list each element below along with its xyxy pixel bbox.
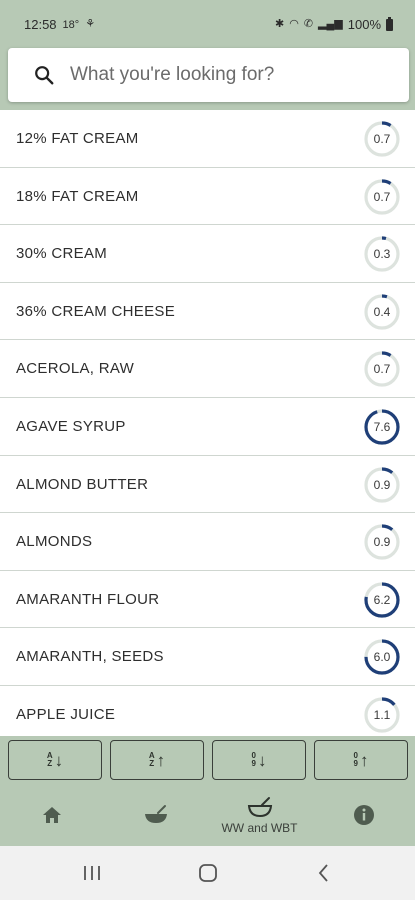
home-icon [42,807,61,823]
sort-button[interactable]: 0 9 ↑ [314,740,408,780]
food-row[interactable]: ALMONDS 0.9 [0,513,415,571]
nav-ww-wbt[interactable]: WW and WBT [208,784,311,846]
sort-arrow: ↓ [257,750,267,770]
food-list[interactable]: 12% FAT CREAM 0.7 18% FAT CREAM 0.7 30% CREA… [0,110,415,736]
score-value: 0.4 [373,304,391,319]
score-ring: 0.7 [362,177,402,217]
food-name: ACEROLA, RAW [16,360,135,378]
score-ring: 7.6 [362,407,402,447]
score-ring: 0.4 [362,292,402,332]
score-value: 0.9 [373,477,391,492]
sort-toolbar: A Z ↓ A Z ↑ 0 9 ↓ 0 9 ↑ [0,736,415,784]
food-name: 12% FAT CREAM [16,130,139,147]
recent-apps-button[interactable] [72,858,112,888]
sort-numeric-asc-icon: 0 9 ↓ [252,752,267,769]
food-name: AMARANTH FLOUR [16,590,160,608]
food-row[interactable]: 30% CREAM 0.3 [0,225,415,283]
system-navigation [0,846,415,900]
score-value: 0.7 [373,362,391,377]
food-name: ALMONDS [16,533,93,551]
bluetooth-icon: ✱ [274,18,285,30]
score-value: 0.3 [373,247,391,262]
system-back-button[interactable] [304,858,344,888]
food-row[interactable]: AMARANTH, SEEDS 6.0 [0,628,415,686]
sort-arrow: ↓ [54,750,64,770]
sort-button[interactable]: A Z ↑ [110,740,204,780]
food-row[interactable]: 36% CREAM CHEESE 0.4 [0,283,415,341]
status-bar: 12:58 18° ⚘ ✱ ◠ ✆ ▂▄▆ 100% [0,0,415,48]
score-ring: 0.7 [362,119,402,159]
wifi-icon: ◠ [289,18,299,30]
system-home-button[interactable] [188,858,228,888]
score-ring: 0.9 [362,465,402,505]
search-bar[interactable] [8,48,409,102]
nav-info[interactable] [312,784,415,846]
score-value: 6.0 [373,650,391,665]
battery-icon [386,16,393,31]
nav-bowl[interactable] [104,784,207,846]
search-icon[interactable] [33,64,55,86]
nav-label-ww-wbt: WW and WBT [221,821,298,835]
back-icon [318,864,328,882]
clock: 12:58 [24,17,57,32]
sort-alpha-asc-icon: A Z ↓ [47,752,63,769]
sort-arrow: ↑ [359,750,369,770]
temperature: 18° [62,18,80,31]
bowl-icon [144,805,167,823]
info-icon [353,805,374,825]
food-row[interactable]: APPLE JUICE 1.1 [0,686,415,736]
notification-icon: ⚘ [85,18,96,30]
signal-icon: ▂▄▆ [318,18,343,30]
recent-apps-icon [84,866,100,880]
food-name: 30% CREAM [16,245,108,263]
bottom-navigation: WW and WBT [0,784,415,846]
ww-wbt-bowl-icon [247,797,272,818]
score-ring: 6.0 [362,637,402,677]
nav-home[interactable] [0,784,103,846]
sort-numeric-desc-icon: 0 9 ↑ [354,752,369,769]
battery-percent: 100% [347,17,381,32]
score-ring: 0.7 [362,349,402,389]
score-value: 6.2 [373,592,391,607]
food-row[interactable]: 18% FAT CREAM 0.7 [0,168,415,226]
sort-button[interactable]: 0 9 ↓ [212,740,306,780]
sort-bottom-char: 9 [353,759,358,768]
search-input[interactable] [70,58,390,92]
score-ring: 6.2 [362,580,402,620]
score-value: 1.1 [373,707,391,722]
food-name: AGAVE SYRUP [16,417,126,435]
food-name: 18% FAT CREAM [16,187,139,205]
score-value: 7.6 [373,419,391,434]
food-name: 36% CREAM CHEESE [16,302,176,320]
score-ring: 1.1 [362,695,402,735]
food-name: ALMOND BUTTER [16,475,149,493]
food-name: APPLE JUICE [16,705,116,723]
score-ring: 0.9 [362,522,402,562]
food-row[interactable]: AGAVE SYRUP 7.6 [0,398,415,456]
food-row[interactable]: AMARANTH FLOUR 6.2 [0,571,415,629]
sort-arrow: ↑ [156,750,166,770]
score-value: 0.7 [373,189,391,204]
sort-button[interactable]: A Z ↓ [8,740,102,780]
call-icon: ✆ [303,18,314,30]
food-row[interactable]: ACEROLA, RAW 0.7 [0,340,415,398]
score-value: 0.9 [373,535,391,550]
sort-bottom-char: Z [149,759,155,768]
header-area: 12:58 18° ⚘ ✱ ◠ ✆ ▂▄▆ 100% [0,0,415,110]
food-row[interactable]: ALMOND BUTTER 0.9 [0,456,415,514]
score-ring: 0.3 [362,234,402,274]
food-name: AMARANTH, SEEDS [16,648,164,666]
food-row[interactable]: 12% FAT CREAM 0.7 [0,110,415,168]
sort-bottom-char: Z [47,759,53,768]
home-circle-icon [199,864,217,882]
score-value: 0.7 [373,132,391,146]
sort-alpha-desc-icon: A Z ↑ [149,752,165,769]
sort-bottom-char: 9 [251,759,256,768]
